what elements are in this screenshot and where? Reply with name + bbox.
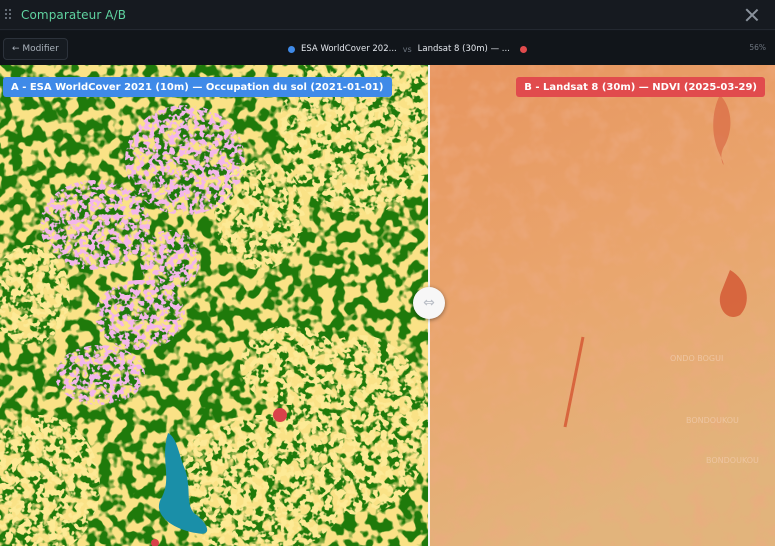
window-titlebar: Comparateur A/B xyxy=(0,0,775,30)
layer-b-name: Landsat 8 (30m) — ... xyxy=(417,44,510,54)
place-label: BONDOUKOU xyxy=(706,456,759,465)
layer-a-label: A - ESA WorldCover 2021 (10m) — Occupati… xyxy=(3,77,392,97)
place-label: ONDO BOGUI xyxy=(670,354,723,363)
layer-a-name: ESA WorldCover 202... xyxy=(301,44,397,54)
layer-b-label: B - Landsat 8 (30m) — NDVI (2025-03-29) xyxy=(516,77,765,97)
close-icon[interactable] xyxy=(743,6,761,24)
ndvi-map: ONDO BOGUI BONDOUKOU BONDOUKOU xyxy=(430,65,775,546)
edit-button[interactable]: ← Modifier xyxy=(3,38,68,60)
map-pane-a[interactable] xyxy=(0,65,430,546)
layer-a-dot xyxy=(288,45,295,53)
landcover-map xyxy=(0,65,430,546)
compare-toolbar: ← Modifier ESA WorldCover 202... vs Land… xyxy=(0,31,775,65)
place-label: BONDOUKOU xyxy=(686,416,739,425)
zoom-level: 56% xyxy=(749,43,766,52)
map-pane-b[interactable]: ONDO BOGUI BONDOUKOU BONDOUKOU xyxy=(430,65,775,546)
slider-handle-icon[interactable]: ⇔ xyxy=(413,287,445,319)
compare-viewport[interactable]: ONDO BOGUI BONDOUKOU BONDOUKOU ⇔ A - ESA… xyxy=(0,65,775,546)
window-title: Comparateur A/B xyxy=(21,7,127,22)
layer-b-dot xyxy=(519,45,527,53)
drag-handle-icon[interactable] xyxy=(5,8,13,21)
vs-label: vs xyxy=(402,44,412,54)
layer-summary: ESA WorldCover 202... vs Landsat 8 (30m)… xyxy=(288,42,527,56)
